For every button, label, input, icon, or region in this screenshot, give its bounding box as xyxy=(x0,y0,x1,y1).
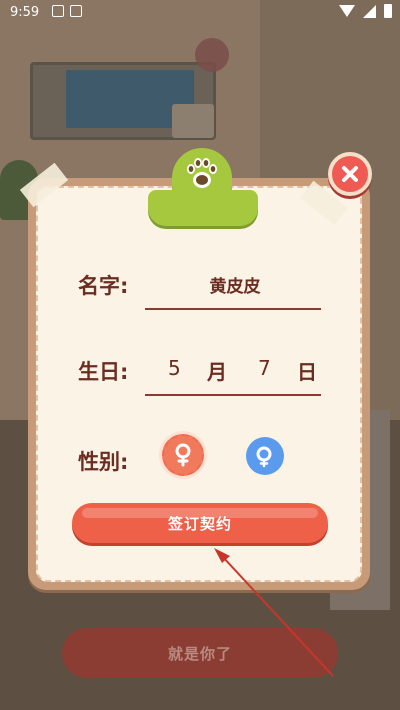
notification-icons xyxy=(52,5,82,17)
background-notepad xyxy=(172,104,214,138)
wifi-icon xyxy=(339,5,355,17)
clip-body xyxy=(148,190,258,226)
image-notification-icon xyxy=(52,5,64,17)
background-flower xyxy=(195,38,229,72)
female-icon xyxy=(175,443,191,467)
app-notification-icon xyxy=(70,5,82,17)
birthday-label: 生日: xyxy=(78,360,129,384)
name-underline xyxy=(145,308,321,310)
sign-contract-button[interactable]: 签订契约 xyxy=(72,503,328,543)
male-icon xyxy=(256,446,272,468)
name-input[interactable]: 黄皮皮 xyxy=(150,272,320,297)
signal-icon xyxy=(363,4,376,18)
close-icon xyxy=(342,166,358,182)
status-bar: 9:59 xyxy=(0,0,400,26)
paw-icon xyxy=(187,158,217,188)
status-time: 9:59 xyxy=(10,5,40,20)
sign-contract-label: 签订契约 xyxy=(167,514,232,533)
battery-icon xyxy=(384,4,392,18)
close-button[interactable] xyxy=(328,152,372,196)
gender-female-option[interactable] xyxy=(162,434,204,476)
birthday-month-input[interactable]: 5 xyxy=(168,356,181,380)
system-icons xyxy=(339,4,392,18)
birthday-underline xyxy=(145,394,321,396)
birthday-day-unit: 日 xyxy=(297,360,317,384)
birthday-day-input[interactable]: 7 xyxy=(258,356,271,380)
birthday-month-unit: 月 xyxy=(207,360,227,384)
gender-male-option[interactable] xyxy=(246,437,284,475)
gender-label: 性别: xyxy=(78,450,129,474)
confirm-pet-button: 就是你了 xyxy=(62,628,338,678)
name-label: 名字: xyxy=(78,274,129,298)
